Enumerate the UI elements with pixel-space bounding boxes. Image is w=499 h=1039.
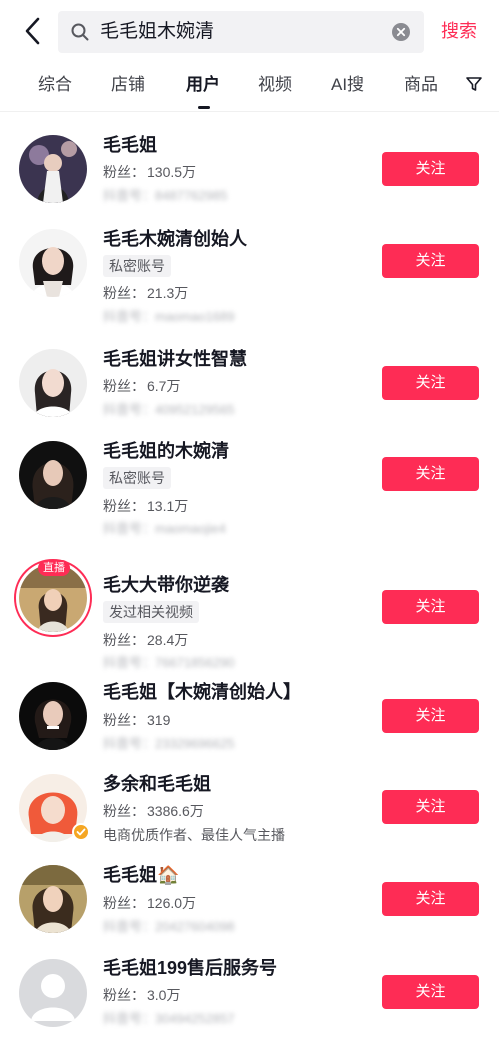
- user-name: 毛毛姐199售后服务号: [103, 958, 278, 978]
- related-video-tag: 发过相关视频: [103, 601, 199, 623]
- follower-count: 粉丝： 3386.6万: [103, 803, 204, 819]
- follow-button[interactable]: 关注: [382, 457, 479, 491]
- follower-count: 粉丝： 21.3万: [103, 285, 189, 301]
- douyin-id: 抖音号：23329696625: [103, 736, 235, 751]
- follower-count: 粉丝： 126.0万: [103, 895, 197, 911]
- search-query[interactable]: 毛毛姐木婉清: [100, 21, 214, 43]
- avatar[interactable]: [19, 229, 87, 297]
- clear-icon[interactable]: [392, 23, 410, 41]
- follow-button[interactable]: 关注: [382, 590, 479, 624]
- follow-button[interactable]: 关注: [382, 244, 479, 278]
- douyin-id: 抖音号：30494252857: [103, 1011, 235, 1026]
- search-input[interactable]: 毛毛姐木婉清: [58, 11, 424, 53]
- follower-count: 粉丝： 6.7万: [103, 378, 181, 394]
- follow-button[interactable]: 关注: [382, 152, 479, 186]
- avatar[interactable]: [19, 441, 87, 509]
- active-tab-indicator: [198, 106, 210, 109]
- douyin-id: 抖音号：20427604098: [103, 919, 235, 934]
- user-name: 毛大大带你逆袭: [103, 575, 229, 595]
- avatar[interactable]: [19, 865, 87, 933]
- back-arrow-icon[interactable]: [20, 14, 46, 48]
- douyin-id: 抖音号：40952129565: [103, 402, 235, 417]
- user-name: 毛毛姐🏠: [103, 865, 180, 885]
- follower-count: 粉丝： 13.1万: [103, 498, 189, 514]
- follow-button[interactable]: 关注: [382, 699, 479, 733]
- verified-badge-icon: [72, 823, 90, 841]
- avatar[interactable]: [19, 349, 87, 417]
- follower-count: 粉丝： 28.4万: [103, 632, 189, 648]
- category-tabs: 综合 店铺 用户 视频 AI搜 商品: [0, 64, 499, 112]
- creator-description: 电商优质作者、最佳人气主播: [103, 827, 285, 843]
- search-icon: [70, 22, 90, 42]
- search-header: 毛毛姐木婉清 搜索: [0, 0, 499, 64]
- douyin-id: 抖音号：8487762985: [103, 188, 228, 203]
- filter-icon[interactable]: [465, 75, 483, 93]
- follow-button[interactable]: 关注: [382, 882, 479, 916]
- private-account-tag: 私密账号: [103, 467, 171, 489]
- follower-count: 粉丝： 319: [103, 712, 171, 728]
- douyin-id: 抖音号：maomao1689: [103, 309, 235, 324]
- user-name: 多余和毛毛姐: [103, 774, 211, 794]
- user-name: 毛毛木婉清创始人: [103, 229, 247, 249]
- avatar[interactable]: [19, 682, 87, 750]
- user-name: 毛毛姐的木婉清: [103, 441, 229, 461]
- user-name: 毛毛姐【木婉清创始人】: [103, 682, 301, 702]
- tab-shops[interactable]: 店铺: [111, 74, 145, 96]
- tab-ai-search[interactable]: AI搜: [331, 74, 364, 96]
- avatar[interactable]: [19, 135, 87, 203]
- tab-users[interactable]: 用户: [186, 74, 220, 96]
- search-button[interactable]: 搜索: [441, 20, 477, 42]
- follow-button[interactable]: 关注: [382, 366, 479, 400]
- follower-count: 粉丝： 3.0万: [103, 987, 181, 1003]
- private-account-tag: 私密账号: [103, 255, 171, 277]
- tab-products[interactable]: 商品: [404, 74, 438, 96]
- douyin-id: 抖音号：76671856290: [103, 655, 235, 670]
- user-name: 毛毛姐讲女性智慧: [103, 349, 247, 369]
- user-name: 毛毛姐: [103, 135, 157, 155]
- tab-general[interactable]: 综合: [38, 74, 72, 96]
- live-badge: 直播: [38, 560, 70, 576]
- douyin-id: 抖音号：maomaojie4: [103, 521, 226, 536]
- avatar[interactable]: [19, 959, 87, 1027]
- follower-count: 粉丝： 130.5万: [103, 164, 197, 180]
- follow-button[interactable]: 关注: [382, 975, 479, 1009]
- follow-button[interactable]: 关注: [382, 790, 479, 824]
- tab-videos[interactable]: 视频: [258, 74, 292, 96]
